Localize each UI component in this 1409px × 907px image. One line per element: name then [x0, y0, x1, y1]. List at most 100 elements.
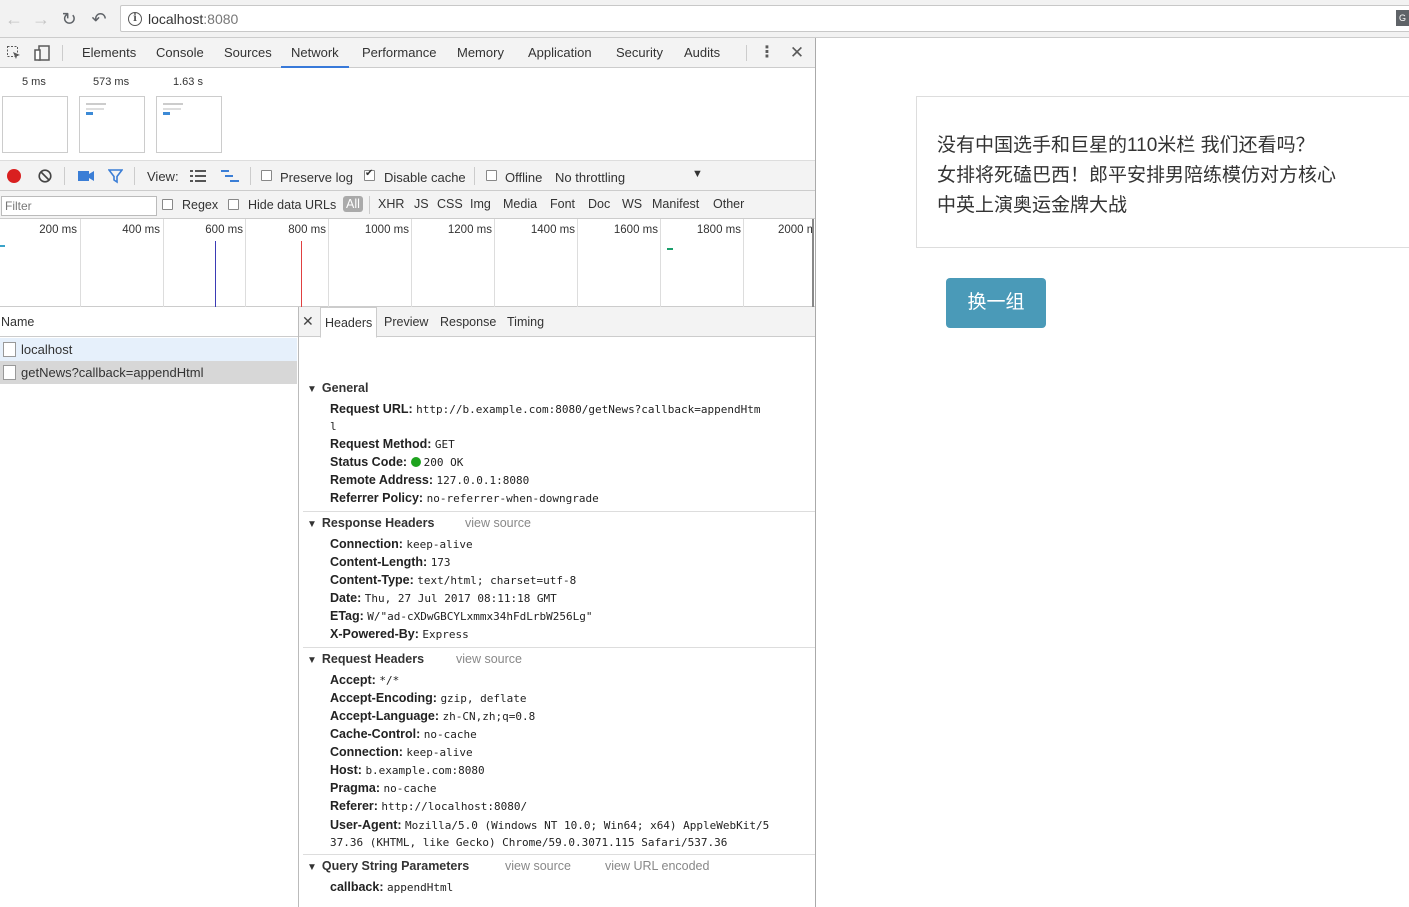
tab-response[interactable]: Response [440, 307, 496, 338]
tab-memory[interactable]: Memory [457, 38, 504, 68]
view-url-encoded-link[interactable]: view URL encoded [605, 859, 709, 873]
news-item[interactable]: 女排将死磕巴西！郎平安排男陪练模仿对方核心 [937, 160, 1336, 187]
view-source-link[interactable]: view source [505, 859, 571, 873]
preserve-log-label: Preserve log [280, 170, 353, 185]
header-row: callback: appendHtml [330, 880, 454, 894]
type-filter-img[interactable]: Img [470, 197, 491, 211]
frame-time: 573 ms [93, 76, 130, 88]
type-filter-font[interactable]: Font [550, 197, 575, 211]
hide-data-urls-label: Hide data URLs [248, 198, 337, 212]
triangle-down-icon: ▼ [307, 519, 317, 530]
details-tabbar: ✕ Headers Preview Response Timing [299, 307, 815, 338]
inspect-element-icon[interactable] [6, 45, 22, 61]
type-filter-xhr[interactable]: XHR [378, 197, 404, 211]
type-filter-other[interactable]: Other [713, 197, 744, 211]
news-item[interactable]: 没有中国选手和巨星的110米栏 我们还看吗？ [937, 130, 1315, 157]
tab-sources[interactable]: Sources [224, 38, 272, 68]
news-list: 没有中国选手和巨星的110米栏 我们还看吗？ 女排将死磕巴西！郎平安排男陪练模仿… [916, 96, 1409, 248]
news-item[interactable]: 中英上演奥运金牌大战 [937, 190, 1127, 217]
tab-timing[interactable]: Timing [507, 307, 544, 338]
forward-arrow-icon[interactable]: → [30, 8, 52, 30]
offline-label: Offline [505, 170, 543, 185]
filmstrip-frame[interactable] [79, 96, 145, 153]
record-icon[interactable] [7, 169, 21, 183]
header-row: Request Method: GET [330, 437, 455, 451]
clear-icon[interactable] [38, 169, 52, 183]
frame-time: 1.63 s [173, 76, 203, 88]
device-toolbar-icon[interactable] [34, 45, 50, 61]
name-column-header[interactable]: Name [0, 307, 298, 337]
tab-network[interactable]: Network [281, 38, 349, 68]
timeline-overview[interactable]: 200 ms 400 ms 600 ms 800 ms 1000 ms 1200… [0, 219, 815, 307]
response-headers-section-toggle[interactable]: ▼ Response Headers [307, 516, 434, 530]
tab-console[interactable]: Console [156, 38, 204, 68]
timeline-gridline [577, 219, 578, 307]
header-row: Accept: */* [330, 673, 400, 687]
overview-waterfall-icon[interactable] [221, 169, 239, 183]
type-filter-doc[interactable]: Doc [588, 197, 610, 211]
filmstrip-frame[interactable] [156, 96, 222, 153]
filmstrip-frame[interactable] [2, 96, 68, 153]
timeline-gridline [80, 219, 81, 307]
disable-cache-checkbox[interactable] [364, 168, 375, 181]
timeline-gridline [743, 219, 744, 307]
header-row: l [330, 420, 337, 433]
tab-preview[interactable]: Preview [384, 307, 428, 338]
type-filter-manifest[interactable]: Manifest [652, 197, 699, 211]
back-arrow-icon[interactable]: ← [3, 8, 25, 30]
timeline-tick-label: 1600 ms [613, 224, 658, 236]
type-filter-ws[interactable]: WS [622, 197, 642, 211]
devtools-tabbar: Elements Console Sources Network Perform… [0, 38, 815, 68]
timeline-resize-handle[interactable] [812, 219, 814, 307]
tab-divider [62, 45, 63, 61]
translate-icon[interactable]: G [1396, 10, 1409, 26]
hide-data-urls-checkbox[interactable] [228, 199, 239, 210]
tab-audits[interactable]: Audits [684, 38, 720, 68]
type-filter-js[interactable]: JS [414, 197, 429, 211]
more-menu-icon[interactable]: ⋮ [759, 45, 775, 61]
throttling-select[interactable]: No throttling [555, 170, 625, 185]
type-filter-all[interactable]: All [343, 196, 363, 212]
regex-label: Regex [182, 198, 219, 212]
header-row: Content-Type: text/html; charset=utf-8 [330, 573, 577, 587]
filter-funnel-icon[interactable] [107, 169, 124, 184]
timeline-tick-label: 1000 ms [364, 224, 409, 236]
filter-bar: Filter Regex Hide data URLs All XHR JS C… [0, 191, 815, 219]
header-row: Pragma: no-cache [330, 781, 437, 795]
type-filter-media[interactable]: Media [503, 197, 537, 211]
info-icon[interactable]: i [128, 12, 142, 26]
preserve-log-checkbox[interactable] [261, 170, 272, 181]
request-name: getNews?callback=appendHtml [21, 365, 204, 380]
address-bar[interactable]: i localhost:8080 [120, 5, 1409, 32]
refresh-news-button[interactable]: 换一组 [946, 278, 1046, 328]
tab-headers[interactable]: Headers [320, 307, 378, 338]
timeline-tick-label: 1800 ms [696, 224, 741, 236]
reload-icon[interactable]: ↻ [58, 8, 80, 30]
close-icon[interactable]: ✕ [789, 44, 805, 61]
screenshot-camera-icon[interactable] [78, 170, 94, 182]
header-row: Connection: keep-alive [330, 537, 473, 551]
tab-security[interactable]: Security [616, 38, 663, 68]
type-filter-css[interactable]: CSS [437, 197, 463, 211]
header-row: Date: Thu, 27 Jul 2017 08:11:18 GMT [330, 591, 557, 605]
timeline-tick-label: 400 ms [122, 224, 160, 236]
chevron-down-icon[interactable]: ▼ [692, 168, 703, 180]
document-icon [3, 342, 16, 357]
tab-application[interactable]: Application [528, 38, 592, 68]
undo-icon[interactable]: ↶ [88, 8, 110, 30]
view-source-link[interactable]: view source [465, 516, 531, 530]
query-params-section-toggle[interactable]: ▼ Query String Parameters [307, 859, 469, 873]
tab-performance[interactable]: Performance [362, 38, 436, 68]
request-row[interactable]: getNews?callback=appendHtml [0, 361, 297, 384]
frame-time: 5 ms [22, 76, 46, 88]
large-rows-icon[interactable] [190, 169, 206, 183]
regex-checkbox[interactable] [162, 199, 173, 210]
request-row[interactable]: localhost [0, 338, 297, 361]
tab-elements[interactable]: Elements [82, 38, 136, 68]
offline-checkbox[interactable] [486, 170, 497, 181]
close-icon[interactable]: ✕ [302, 313, 314, 330]
view-source-link[interactable]: view source [456, 652, 522, 666]
general-section-toggle[interactable]: ▼ General [307, 381, 368, 395]
filter-input[interactable]: Filter [1, 196, 157, 216]
request-headers-section-toggle[interactable]: ▼ Request Headers [307, 652, 424, 666]
